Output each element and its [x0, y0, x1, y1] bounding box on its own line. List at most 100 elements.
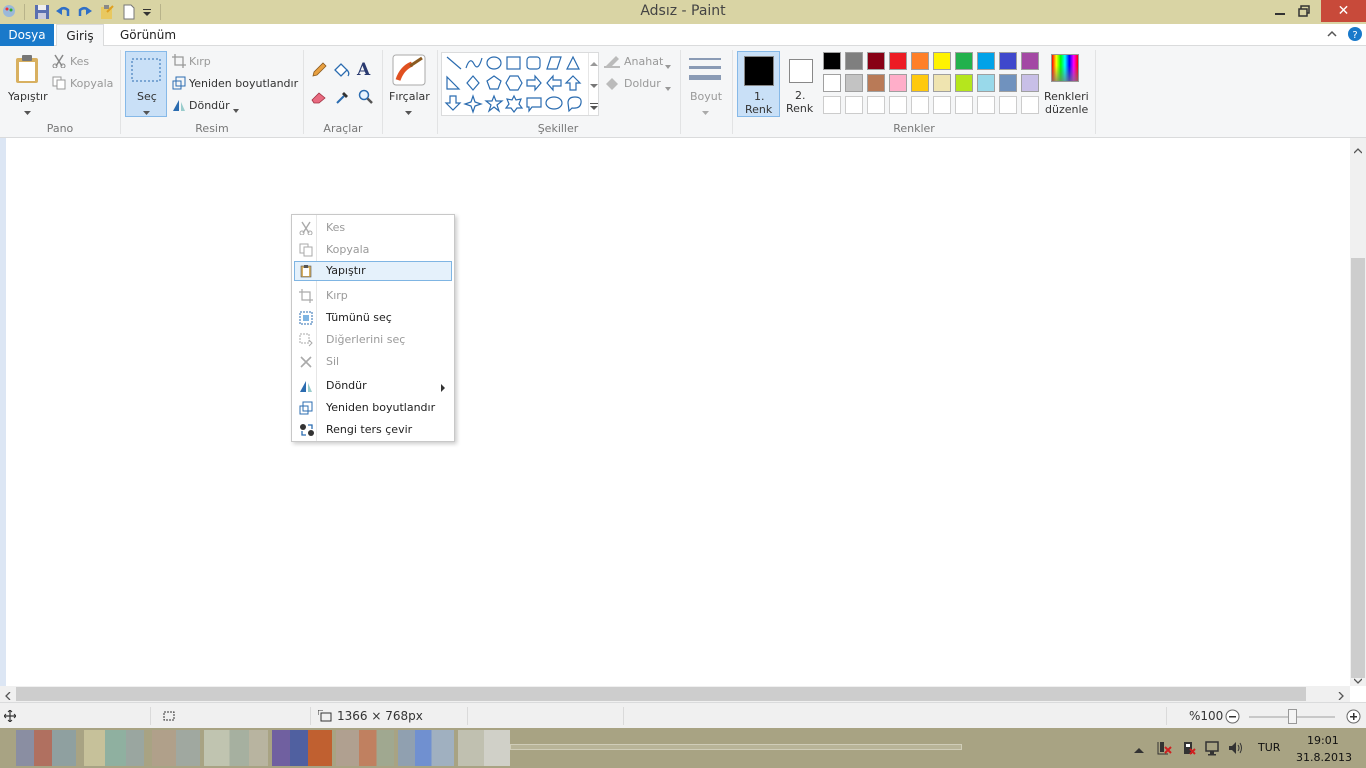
palette-custom-color-slot[interactable] — [977, 96, 995, 114]
palette-color-swatch[interactable] — [867, 52, 885, 70]
palette-custom-color-slot[interactable] — [955, 96, 973, 114]
vertical-scroll-thumb[interactable] — [1351, 258, 1365, 678]
palette-custom-color-slot[interactable] — [889, 96, 907, 114]
size-button[interactable]: Boyut — [686, 52, 726, 116]
palette-color-swatch[interactable] — [933, 52, 951, 70]
color2-button[interactable]: 2. Renk — [781, 51, 819, 117]
copy-button[interactable]: Kopyala — [52, 76, 114, 94]
palette-color-swatch[interactable] — [955, 74, 973, 92]
palette-color-swatch[interactable] — [823, 52, 841, 70]
text-tool-icon[interactable]: A — [357, 60, 370, 80]
horizontal-scroll-thumb[interactable] — [16, 687, 1306, 701]
shapes-more-icon[interactable] — [590, 101, 598, 114]
taskbar-app-button-1[interactable] — [16, 730, 76, 766]
outline-button[interactable]: Anahat — [604, 54, 674, 72]
tab-home[interactable]: Giriş — [56, 24, 104, 47]
taskbar-app-button-3[interactable] — [152, 730, 200, 766]
shapes-gallery[interactable] — [441, 52, 599, 116]
palette-color-swatch[interactable] — [823, 74, 841, 92]
menu-item-label: Diğerlerini seç — [326, 333, 406, 346]
action-center-icon[interactable] — [1156, 740, 1172, 759]
taskbar-app-button-5[interactable] — [272, 730, 332, 766]
palette-color-swatch[interactable] — [845, 74, 863, 92]
fill-button[interactable]: Doldur — [604, 76, 674, 94]
rotate-button[interactable]: Döndür — [172, 98, 242, 116]
safely-remove-icon[interactable] — [1180, 740, 1196, 759]
show-hidden-icons[interactable] — [1134, 744, 1144, 757]
tab-view[interactable]: Görünüm — [108, 24, 188, 46]
clock-time[interactable]: 19:01 — [1307, 734, 1339, 747]
input-language[interactable]: TUR — [1258, 741, 1280, 754]
taskbar-app-button-8[interactable] — [458, 730, 510, 766]
menu-item-crop[interactable]: Kırp — [294, 286, 452, 306]
menu-item-invert-color[interactable]: Rengi ters çevir — [294, 420, 452, 440]
edit-colors-button[interactable]: Renkleri düzenle — [1043, 52, 1089, 116]
palette-color-swatch[interactable] — [999, 52, 1017, 70]
palette-color-swatch[interactable] — [867, 74, 885, 92]
menu-item-cut[interactable]: Kes — [294, 218, 452, 238]
restore-button[interactable] — [1290, 0, 1318, 22]
fill-bucket-icon[interactable] — [333, 62, 351, 81]
close-button[interactable]: ✕ — [1321, 0, 1366, 22]
palette-color-swatch[interactable] — [845, 52, 863, 70]
title-bar: Adsız - Paint ✕ — [0, 0, 1366, 24]
menu-item-resize[interactable]: Yeniden boyutlandır — [294, 398, 452, 418]
select-button[interactable]: Seç — [125, 51, 167, 117]
palette-custom-color-slot[interactable] — [845, 96, 863, 114]
shapes-scroll-up-icon[interactable] — [590, 57, 598, 70]
zoom-in-button[interactable] — [1346, 709, 1361, 727]
palette-color-swatch[interactable] — [911, 52, 929, 70]
palette-color-swatch[interactable] — [977, 52, 995, 70]
menu-item-rotate[interactable]: Döndür — [294, 376, 452, 396]
palette-color-swatch[interactable] — [889, 74, 907, 92]
palette-color-swatch[interactable] — [1021, 52, 1039, 70]
palette-custom-color-slot[interactable] — [999, 96, 1017, 114]
palette-custom-color-slot[interactable] — [933, 96, 951, 114]
menu-item-delete[interactable]: Sil — [294, 352, 452, 372]
palette-color-swatch[interactable] — [1021, 74, 1039, 92]
zoom-out-button[interactable] — [1225, 709, 1240, 727]
palette-color-swatch[interactable] — [911, 74, 929, 92]
brushes-button[interactable]: Fırçalar — [386, 52, 432, 116]
menu-item-copy[interactable]: Kopyala — [294, 240, 452, 260]
cut-button[interactable]: Kes — [52, 54, 114, 72]
palette-color-swatch[interactable] — [889, 52, 907, 70]
color1-button[interactable]: 1. Renk — [737, 51, 780, 117]
paste-button[interactable]: Yapıştır — [4, 52, 48, 115]
palette-color-swatch[interactable] — [977, 74, 995, 92]
scroll-up-icon[interactable] — [1353, 144, 1363, 157]
pencil-icon[interactable] — [311, 62, 327, 81]
minimize-ribbon-icon[interactable] — [1326, 28, 1338, 40]
palette-custom-color-slot[interactable] — [1021, 96, 1039, 114]
group-label-tools: Araçlar — [323, 122, 363, 135]
drawing-canvas[interactable] — [0, 138, 1350, 686]
palette-custom-color-slot[interactable] — [911, 96, 929, 114]
taskbar-app-button-7[interactable] — [398, 730, 454, 766]
menu-item-invert-selection[interactable]: Diğerlerini seç — [294, 330, 452, 350]
menu-item-paste[interactable]: Yapıştır — [294, 261, 452, 281]
tab-file[interactable]: Dosya — [0, 24, 54, 46]
eraser-icon[interactable] — [311, 90, 327, 107]
taskbar-app-button-4[interactable] — [204, 730, 268, 766]
zoom-slider-thumb[interactable] — [1288, 709, 1297, 724]
color-picker-icon[interactable] — [335, 89, 351, 108]
palette-custom-color-slot[interactable] — [867, 96, 885, 114]
palette-color-swatch[interactable] — [999, 74, 1017, 92]
taskbar-app-button-6[interactable] — [336, 730, 394, 766]
palette-custom-color-slot[interactable] — [823, 96, 841, 114]
crop-button[interactable]: Kırp — [172, 54, 232, 72]
selection-size-icon — [162, 710, 176, 725]
menu-item-select-all[interactable]: Tümünü seç — [294, 308, 452, 328]
shapes-scroll-down-icon[interactable] — [590, 79, 598, 92]
clock-date[interactable]: 31.8.2013 — [1296, 751, 1352, 764]
network-icon[interactable] — [1204, 740, 1220, 759]
resize-button[interactable]: Yeniden boyutlandır — [172, 76, 300, 94]
taskbar-app-button-2[interactable] — [84, 730, 144, 766]
color-palette — [823, 52, 1043, 118]
magnifier-icon[interactable] — [358, 89, 374, 108]
volume-icon[interactable] — [1228, 740, 1244, 759]
brush-icon — [392, 54, 426, 89]
palette-color-swatch[interactable] — [955, 52, 973, 70]
help-icon[interactable]: ? — [1348, 27, 1362, 41]
palette-color-swatch[interactable] — [933, 74, 951, 92]
